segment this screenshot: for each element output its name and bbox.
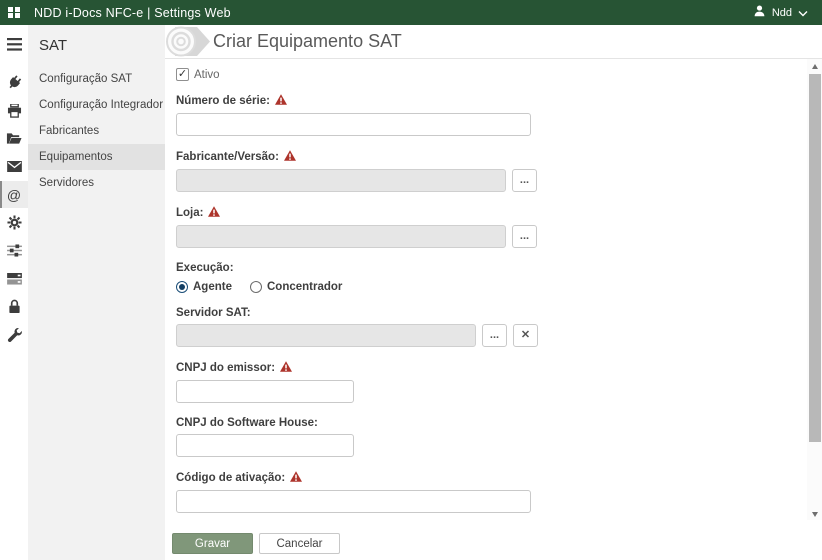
menu-item-fabricantes[interactable]: Fabricantes (28, 118, 165, 144)
fabricante-browse-button[interactable]: ... (512, 169, 537, 192)
fabricante-versao-input (176, 169, 506, 192)
content-area: Criar Equipamento SAT ✓ Ativo Número de … (165, 25, 822, 560)
menu-item-servidores[interactable]: Servidores (28, 170, 165, 196)
scroll-down-button[interactable] (807, 507, 822, 520)
loja-label: Loja: (176, 207, 204, 219)
required-warning-icon (290, 471, 303, 485)
codigo-ativacao-input[interactable] (176, 490, 531, 513)
loja-input (176, 225, 506, 248)
menu-item-equipamentos[interactable]: Equipamentos (28, 144, 165, 170)
ativo-label: Ativo (194, 68, 220, 81)
cnpj-emissor-label: CNPJ do emissor: (176, 362, 276, 374)
user-name: Ndd (771, 6, 792, 19)
form-scroll-area: ✓ Ativo Número de série: Fabricante/Vers… (165, 58, 822, 520)
execucao-radio-concentrador[interactable]: Concentrador (249, 281, 342, 293)
required-warning-icon (280, 361, 293, 375)
radio-unselected-icon (249, 281, 262, 293)
servidor-sat-clear-button[interactable]: ✕ (513, 324, 538, 347)
required-warning-icon (274, 94, 287, 108)
gear-icon[interactable] (0, 209, 28, 236)
execucao-label: Execução: (176, 262, 234, 274)
lock-icon[interactable] (0, 293, 28, 320)
required-warning-icon (283, 150, 296, 164)
sliders-icon[interactable] (0, 237, 28, 264)
scroll-up-icon (811, 63, 818, 69)
servidor-sat-browse-button[interactable]: ... (482, 324, 507, 347)
server-icon[interactable] (0, 265, 28, 292)
vertical-scrollbar[interactable] (807, 59, 822, 520)
required-warning-icon (208, 206, 221, 220)
envelope-icon[interactable] (0, 153, 28, 180)
numero-serie-label: Número de série: (176, 95, 270, 107)
radio-selected-icon (176, 281, 188, 293)
at-sign-icon[interactable]: @ (0, 181, 28, 208)
wrench-icon[interactable] (0, 321, 28, 348)
fabricante-versao-label: Fabricante/Versão: (176, 151, 279, 163)
loja-browse-button[interactable]: ... (512, 225, 537, 248)
page-header: Criar Equipamento SAT (165, 25, 822, 58)
cnpj-software-house-input[interactable] (176, 434, 354, 457)
scroll-up-button[interactable] (807, 59, 822, 73)
sat-menu-panel: SAT Configuração SAT Configuração Integr… (28, 25, 165, 560)
folder-open-icon[interactable] (0, 125, 28, 152)
user-menu[interactable]: Ndd (753, 4, 822, 22)
ativo-checkbox[interactable]: ✓ (176, 68, 189, 81)
cancel-button[interactable]: Cancelar (259, 533, 340, 554)
save-button[interactable]: Gravar (172, 533, 253, 554)
scroll-down-icon (811, 511, 818, 517)
user-icon (753, 4, 766, 22)
execucao-radio-agente[interactable]: Agente (176, 281, 232, 293)
menu-item-configuracao-integrador[interactable]: Configuração Integrador (28, 92, 165, 118)
menu-icon[interactable] (0, 31, 28, 58)
numero-serie-input[interactable] (176, 113, 531, 136)
menu-item-configuracao-sat[interactable]: Configuração SAT (28, 66, 165, 92)
servidor-sat-label: Servidor SAT: (176, 307, 251, 319)
cnpj-emissor-input[interactable] (176, 380, 354, 403)
servidor-sat-input (176, 324, 476, 347)
icon-sidebar: @ (0, 25, 28, 560)
menu-title: SAT (39, 37, 68, 54)
form-footer: Gravar Cancelar (165, 520, 822, 560)
app-grid-icon (8, 6, 20, 19)
app-grid-button[interactable] (0, 6, 28, 19)
chevron-down-icon (798, 4, 808, 22)
plug-icon[interactable] (0, 69, 28, 96)
printer-icon[interactable] (0, 97, 28, 124)
breadcrumb-target-icon (165, 25, 211, 58)
cnpj-software-house-label: CNPJ do Software House: (176, 417, 318, 429)
app-title: NDD i-Docs NFC-e | Settings Web (34, 5, 231, 20)
top-bar: NDD i-Docs NFC-e | Settings Web Ndd (0, 0, 822, 25)
scrollbar-thumb[interactable] (808, 74, 821, 442)
page-title: Criar Equipamento SAT (213, 31, 402, 51)
codigo-ativacao-label: Código de ativação: (176, 472, 286, 484)
